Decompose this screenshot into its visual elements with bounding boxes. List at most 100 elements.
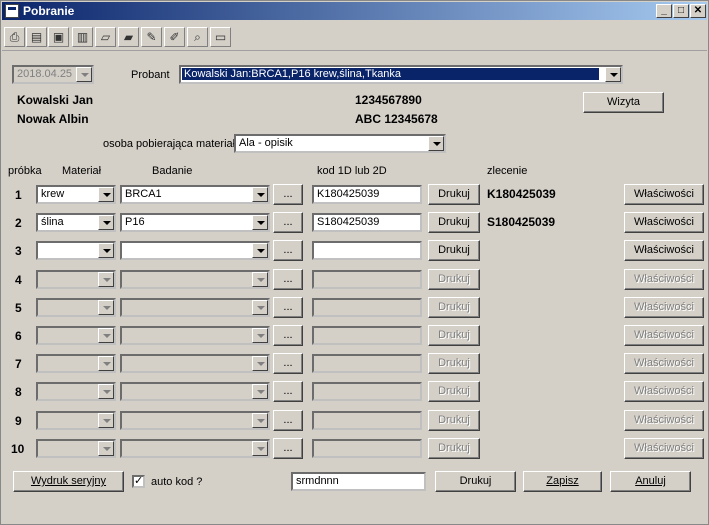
ellipsis-button[interactable]: ... — [273, 240, 303, 262]
ellipsis-button[interactable]: ... — [273, 268, 303, 290]
chevron-down-icon — [252, 440, 268, 456]
ellipsis-button[interactable]: ... — [273, 296, 303, 318]
chevron-down-icon[interactable] — [605, 67, 621, 82]
title-bar[interactable]: Pobranie _ □ ✕ — [2, 2, 707, 20]
probant-select[interactable]: Kowalski Jan:BRCA1,P16 krew,ślina,Tkanka — [179, 65, 623, 84]
person1-id: 1234567890 — [355, 93, 422, 107]
maximize-button[interactable]: □ — [673, 4, 689, 18]
chevron-down-icon — [98, 384, 114, 400]
row-print-button: Drukuj — [428, 325, 480, 346]
close-button[interactable]: ✕ — [690, 4, 706, 18]
person2-name: Nowak Albin — [17, 112, 89, 126]
ellipsis-button[interactable]: ... — [273, 437, 303, 459]
material-select — [36, 297, 116, 317]
chevron-down-icon[interactable] — [428, 136, 444, 151]
date-value: 2018.04.25 — [17, 68, 73, 80]
footer-print-button[interactable]: Drukuj — [435, 471, 516, 492]
properties-button: Właściwości — [624, 409, 704, 431]
printer-icon[interactable]: ⎙ — [4, 27, 25, 47]
code-field[interactable]: K180425039 — [312, 185, 422, 204]
auto-code-checkbox[interactable]: ✓ — [132, 475, 145, 488]
row-print-button: Drukuj — [428, 353, 480, 375]
row-number: 9 — [15, 413, 22, 428]
save-button[interactable]: Zapisz — [523, 471, 602, 492]
cancel-button[interactable]: Anuluj — [610, 471, 691, 492]
row-print-button[interactable]: Drukuj — [428, 212, 480, 234]
code-field[interactable]: S180425039 — [312, 213, 422, 233]
row-number: 10 — [11, 441, 25, 456]
chevron-down-icon — [98, 440, 114, 456]
chevron-down-icon[interactable] — [98, 187, 114, 202]
cancel-label: Anuluj — [635, 475, 666, 487]
col-test: Badanie — [152, 165, 193, 177]
row-print-button: Drukuj — [428, 437, 480, 459]
person1-name: Kowalski Jan — [17, 93, 94, 107]
material-select — [36, 354, 116, 374]
properties-button[interactable]: Właściwości — [624, 212, 704, 234]
test-select[interactable]: P16 — [120, 213, 270, 233]
main-window: Pobranie _ □ ✕ ⎙ ▤ ▣ ▥ ▱ ▰ ✎ ✐ ⌕ ▭ 2018.… — [0, 0, 709, 525]
material-value: krew — [41, 188, 65, 200]
material-select — [36, 269, 116, 289]
ellipsis-button[interactable]: ... — [273, 409, 303, 431]
ellipsis-button[interactable]: ... — [273, 353, 303, 375]
ellipsis-button[interactable]: ... — [273, 325, 303, 346]
test-select — [120, 410, 270, 430]
row-print-button: Drukuj — [428, 409, 480, 431]
code-input[interactable]: srmdnnn — [291, 472, 426, 491]
row-print-button: Drukuj — [428, 381, 480, 403]
chevron-down-icon[interactable] — [252, 187, 268, 202]
chevron-down-icon[interactable] — [252, 215, 268, 231]
order-number: S180425039 — [487, 215, 556, 230]
folder-open-icon[interactable]: ▱ — [95, 27, 116, 47]
ellipsis-button[interactable]: ... — [273, 184, 303, 205]
chart-icon[interactable]: ▥ — [72, 27, 93, 47]
material-select[interactable]: ślina — [36, 213, 116, 233]
code-field[interactable] — [312, 241, 422, 261]
test-select — [120, 354, 270, 374]
material-select[interactable] — [36, 241, 116, 261]
probant-value: Kowalski Jan:BRCA1,P16 krew,ślina,Tkanka — [182, 68, 599, 80]
col-material: Materiał — [62, 165, 102, 177]
tools-icon[interactable]: ✎ — [141, 27, 162, 47]
chevron-down-icon — [252, 299, 268, 315]
person2-id: ABC 12345678 — [355, 112, 438, 126]
serial-print-button[interactable]: Wydruk seryjny — [13, 471, 124, 492]
tools-alt-icon[interactable]: ✐ — [164, 27, 185, 47]
code-field — [312, 410, 422, 430]
row-print-button: Drukuj — [428, 296, 480, 318]
test-select[interactable]: BRCA1 — [120, 185, 270, 204]
col-sample: próbka — [8, 165, 42, 177]
properties-button: Właściwości — [624, 296, 704, 318]
date-picker: 2018.04.25 — [12, 65, 94, 84]
test-select[interactable] — [120, 241, 270, 261]
print-preview-icon[interactable]: ▣ — [48, 27, 69, 47]
row-number: 6 — [15, 329, 22, 343]
ellipsis-button[interactable]: ... — [273, 381, 303, 403]
chevron-down-icon — [252, 356, 268, 372]
app-icon — [5, 4, 19, 18]
chevron-down-icon[interactable] — [252, 243, 268, 259]
properties-button[interactable]: Właściwości — [624, 240, 704, 262]
material-select — [36, 410, 116, 430]
row-number: 7 — [15, 357, 22, 372]
col-code: kod 1D lub 2D — [317, 165, 387, 177]
material-select[interactable]: krew — [36, 185, 116, 204]
visit-button[interactable]: Wizyta — [583, 92, 664, 113]
code-field — [312, 382, 422, 402]
chevron-down-icon[interactable] — [98, 215, 114, 231]
chevron-down-icon — [76, 67, 92, 82]
folder-arrow-icon[interactable]: ▰ — [118, 27, 139, 47]
row-number: 2 — [15, 216, 22, 231]
chevron-down-icon[interactable] — [98, 243, 114, 259]
code-field — [312, 438, 422, 458]
collector-select[interactable]: Ala - opisik — [234, 134, 446, 153]
row-print-button[interactable]: Drukuj — [428, 184, 480, 205]
card-icon[interactable]: ▭ — [210, 27, 231, 47]
ellipsis-button[interactable]: ... — [273, 212, 303, 234]
row-print-button[interactable]: Drukuj — [428, 240, 480, 262]
document-icon[interactable]: ▤ — [26, 27, 47, 47]
minimize-button[interactable]: _ — [656, 4, 672, 18]
magnifier-icon[interactable]: ⌕ — [187, 27, 208, 47]
properties-button[interactable]: Właściwości — [624, 184, 704, 205]
